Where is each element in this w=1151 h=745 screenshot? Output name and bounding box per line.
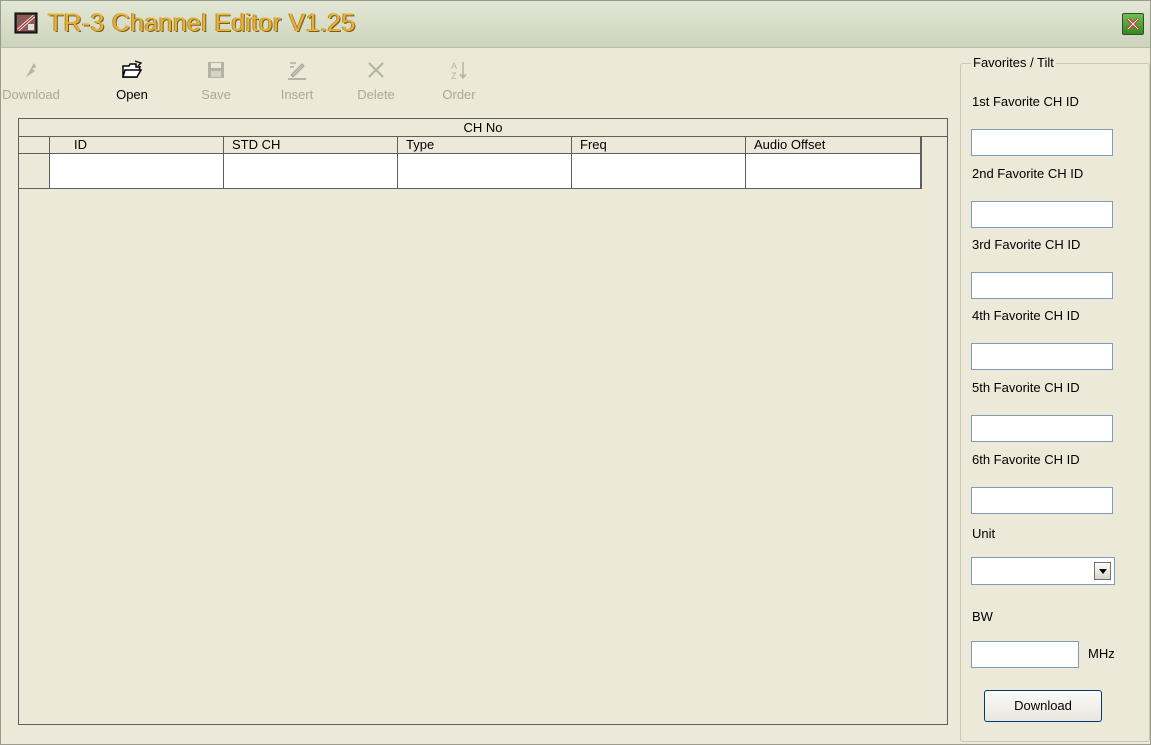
row-selector-header <box>19 137 50 153</box>
svg-text:Z: Z <box>451 71 457 81</box>
row-selector[interactable] <box>19 154 50 188</box>
insert-pencil-icon <box>288 62 306 80</box>
column-header-audio-offset[interactable]: Audio Offset <box>746 137 921 153</box>
open-toolbar-label: Open <box>116 87 148 102</box>
cell-std-ch[interactable] <box>224 154 398 188</box>
close-icon <box>1126 17 1140 31</box>
column-header-row: ID STD CH Type Freq Audio Offset <box>19 137 921 154</box>
fav6-label: 6th Favorite CH ID <box>972 452 1080 467</box>
fav4-input[interactable] <box>971 343 1113 370</box>
open-folder-icon <box>122 60 143 78</box>
fav6-input[interactable] <box>971 487 1113 514</box>
order-toolbar-button[interactable]: A Z Order <box>435 53 483 111</box>
column-header-std-ch[interactable]: STD CH <box>224 137 398 153</box>
app-icon <box>14 12 38 34</box>
unit-label: Unit <box>972 526 996 541</box>
channel-grid[interactable]: CH No ID STD CH Type Freq Audio Offset <box>18 118 948 725</box>
save-toolbar-label: Save <box>201 87 231 102</box>
favorites-group-title: Favorites / Tilt <box>971 55 1056 70</box>
fav3-input[interactable] <box>971 272 1113 299</box>
order-toolbar-label: Order <box>442 87 476 102</box>
open-toolbar-button[interactable]: Open <box>111 53 153 111</box>
fav4-label: 4th Favorite CH ID <box>972 308 1080 323</box>
window-title: TR-3 Channel Editor V1.25 <box>48 9 356 37</box>
cell-id[interactable] <box>50 154 224 188</box>
download-arrow-icon <box>26 63 36 77</box>
fav2-label: 2nd Favorite CH ID <box>972 166 1084 181</box>
title-bar[interactable]: TR-3 Channel Editor V1.25 <box>1 1 1150 48</box>
fav1-label: 1st Favorite CH ID <box>972 94 1079 109</box>
toolbar: Download Open Save Insert Delete A Z Ord… <box>1 53 946 113</box>
column-header-id[interactable]: ID <box>50 137 224 153</box>
svg-text:A: A <box>451 61 457 71</box>
bw-unit-label: MHz <box>1088 646 1115 661</box>
grid-band-header: CH No <box>19 119 947 137</box>
band-title: CH No <box>463 120 503 135</box>
bw-input[interactable] <box>971 641 1079 668</box>
fav5-input[interactable] <box>971 415 1113 442</box>
table-row[interactable] <box>19 154 921 189</box>
delete-toolbar-label: Delete <box>357 87 395 102</box>
download-toolbar-label: Download <box>2 87 60 102</box>
grid-divider <box>921 137 922 189</box>
fav2-input[interactable] <box>971 201 1113 228</box>
fav3-label: 3rd Favorite CH ID <box>972 237 1081 252</box>
floppy-disk-icon <box>208 62 224 78</box>
cell-freq[interactable] <box>572 154 746 188</box>
main-window: TR-3 Channel Editor V1.25 Download Open <box>0 0 1151 745</box>
close-button[interactable] <box>1122 13 1144 35</box>
column-header-freq[interactable]: Freq <box>572 137 746 153</box>
cell-type[interactable] <box>398 154 572 188</box>
unit-dropdown[interactable] <box>971 557 1115 585</box>
fav1-input[interactable] <box>971 129 1113 156</box>
chevron-down-icon[interactable] <box>1094 562 1111 580</box>
delete-x-icon <box>368 62 384 78</box>
insert-toolbar-button[interactable]: Insert <box>271 53 323 111</box>
cell-audio-offset[interactable] <box>746 154 921 188</box>
column-header-type[interactable]: Type <box>398 137 572 153</box>
sort-az-icon: A Z <box>451 61 467 81</box>
save-toolbar-button[interactable]: Save <box>195 53 237 111</box>
fav5-label: 5th Favorite CH ID <box>972 380 1080 395</box>
bw-label: BW <box>972 609 993 624</box>
download-button[interactable]: Download <box>984 690 1102 722</box>
delete-toolbar-button[interactable]: Delete <box>351 53 401 111</box>
insert-toolbar-label: Insert <box>280 87 314 102</box>
download-toolbar-button[interactable]: Download <box>1 53 61 111</box>
